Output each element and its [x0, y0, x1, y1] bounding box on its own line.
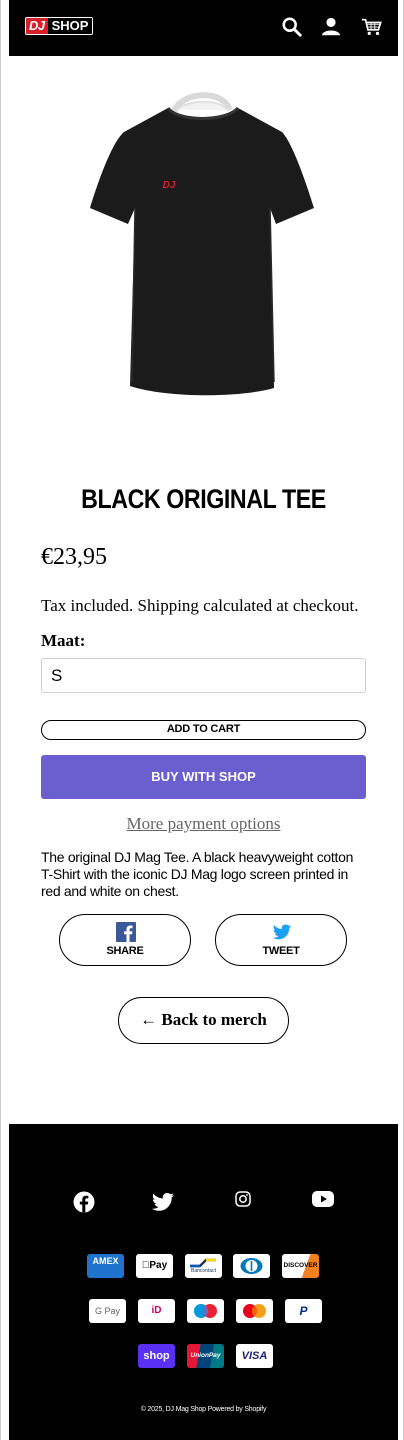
bancontact-icon	[190, 1258, 216, 1268]
cart-icon[interactable]	[361, 16, 383, 38]
product-description: The original DJ Mag Tee. A black heavywe…	[41, 849, 354, 899]
diners-badge: D	[233, 1254, 270, 1278]
facebook-icon[interactable]	[72, 1190, 96, 1214]
google-pay-badge: G Pay	[89, 1299, 126, 1323]
size-select[interactable]: S	[41, 658, 366, 693]
product-price: €23,95	[41, 544, 107, 570]
apple-pay-label: Pay	[145, 1260, 167, 1271]
twitter-share-button[interactable]: TWEET	[215, 914, 347, 966]
twitter-icon[interactable]	[151, 1190, 175, 1214]
footer-copyright: © 2025, DJ Mag Shop Powered by Shopify	[140, 1406, 267, 1413]
facebook-share-button[interactable]: SHARE	[59, 914, 191, 966]
instagram-icon[interactable]	[235, 1191, 251, 1207]
twitter-share-label: TWEET	[262, 945, 300, 957]
paypal-badge: P	[285, 1299, 322, 1323]
tax-note: Tax included. Shipping calculated at che…	[41, 596, 359, 615]
bancontact-badge: Bancontact	[185, 1254, 222, 1278]
discover-badge: DISCOVER	[282, 1254, 319, 1278]
product-image-black-tee[interactable]: DJ	[80, 82, 326, 400]
logo-dj: DJ	[26, 18, 48, 34]
apple-pay-badge: Pay	[136, 1254, 173, 1278]
ideal-badge: iD	[138, 1299, 175, 1323]
facebook-icon	[116, 922, 136, 942]
youtube-icon[interactable]	[312, 1190, 334, 1208]
twitter-icon	[272, 924, 292, 940]
size-label: Maat:	[41, 631, 86, 650]
buy-with-shop-button[interactable]: BUY WITH SHOP	[41, 755, 366, 799]
search-icon[interactable]	[281, 16, 303, 38]
product-title: BLACK ORIGINAL TEE	[81, 484, 326, 514]
back-to-merch-button[interactable]: ← Back to merch	[118, 997, 289, 1044]
mastercard-label: mastercard	[236, 1306, 273, 1315]
more-payment-options-link[interactable]: More payment options	[41, 814, 366, 834]
site-footer	[9, 1124, 398, 1440]
visa-badge: VISA	[236, 1344, 273, 1368]
facebook-share-label: SHARE	[106, 945, 144, 957]
maestro-label: maestro	[191, 1306, 220, 1315]
diners-label: D	[249, 1261, 255, 1270]
mastercard-badge: mastercard	[236, 1299, 273, 1323]
account-icon[interactable]	[320, 16, 342, 38]
amex-badge: AMEX	[87, 1254, 124, 1278]
product-image-logo: DJ	[163, 180, 176, 191]
unionpay-badge: UnionPay	[187, 1344, 224, 1368]
site-logo[interactable]: DJ SHOP	[25, 17, 94, 35]
site-header: DJ SHOP	[9, 0, 398, 56]
shop-pay-badge: shop	[138, 1344, 175, 1368]
logo-shop: SHOP	[47, 18, 93, 34]
maestro-badge: maestro	[187, 1299, 224, 1323]
add-to-cart-button[interactable]: ADD TO CART	[41, 720, 366, 740]
bancontact-label: Bancontact	[190, 1268, 217, 1274]
